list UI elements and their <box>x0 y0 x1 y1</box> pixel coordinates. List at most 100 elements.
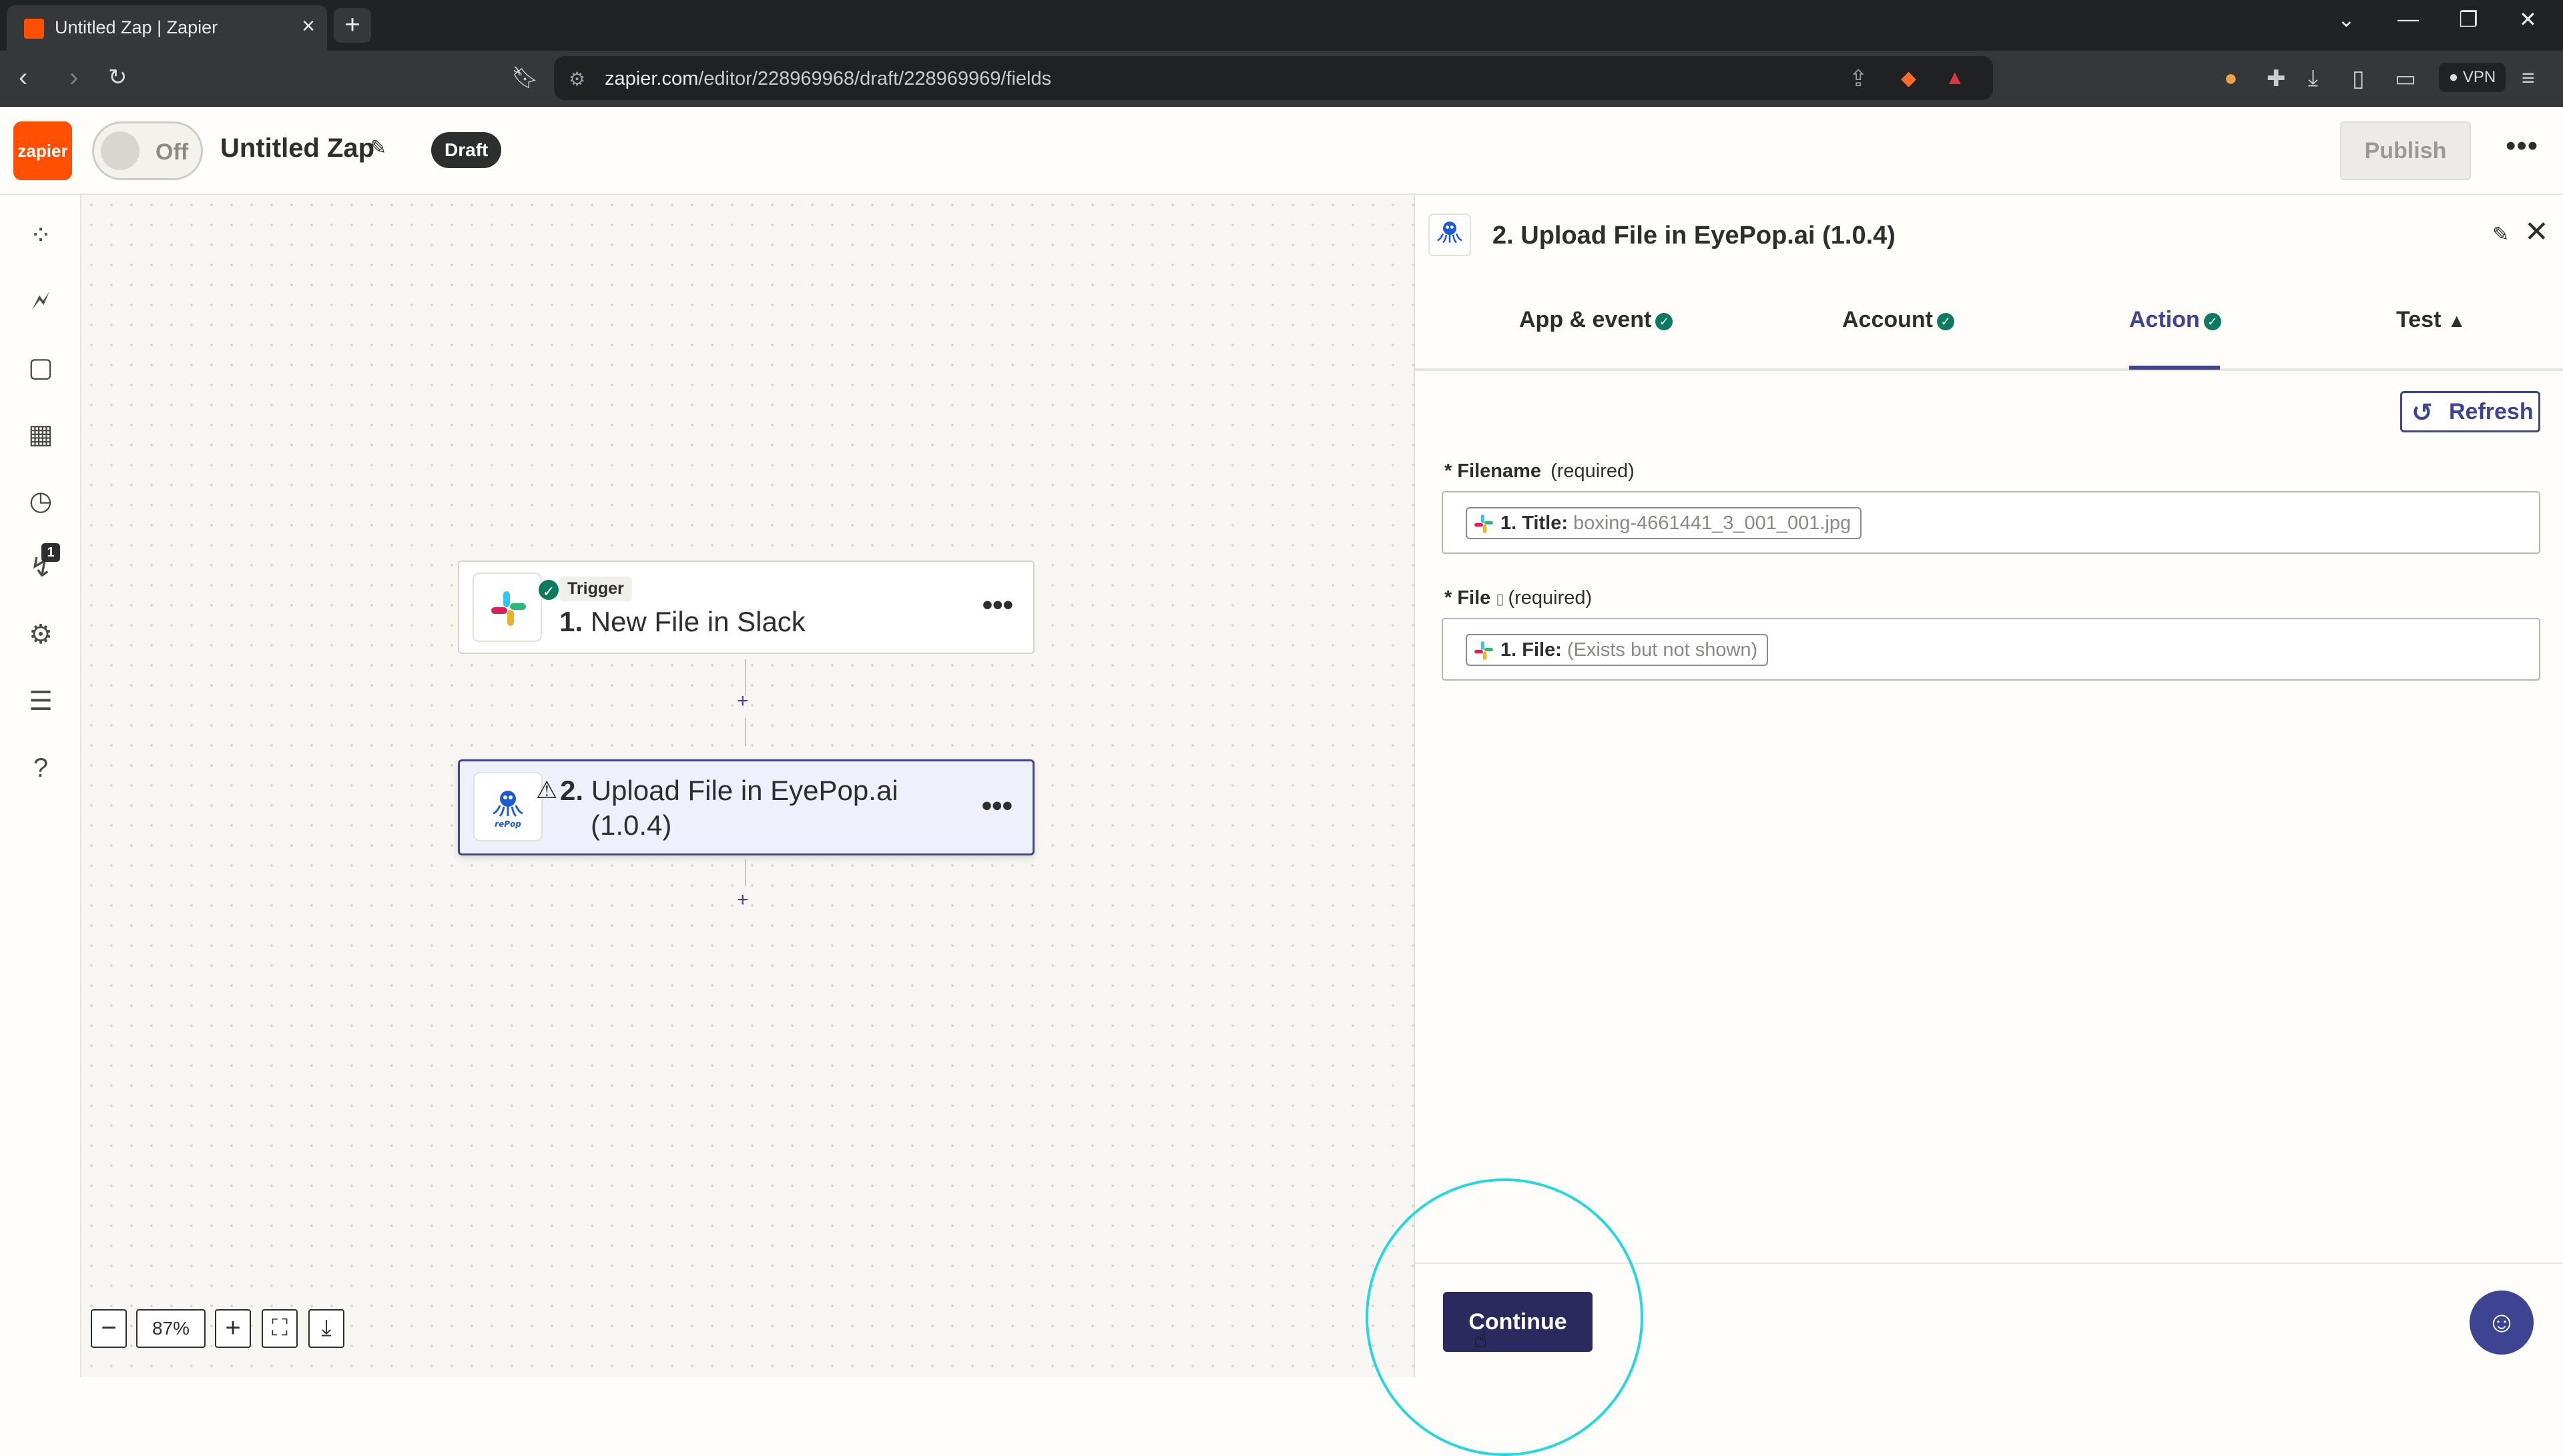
sidebar-toggle-icon[interactable]: ▯ <box>2352 65 2365 92</box>
step-1-title: 1. New File in Slack <box>559 606 806 637</box>
tab-action[interactable]: Action ✓ <box>2129 307 2221 333</box>
step-1-more-icon[interactable]: ••• <box>982 589 1013 622</box>
draft-status-badge: Draft <box>431 132 502 168</box>
tab-app-event[interactable]: App & event ✓ <box>1519 307 1673 333</box>
downloads-icon[interactable]: ⤓ <box>2308 65 2318 91</box>
vpn-button[interactable]: ● VPN <box>2439 63 2506 92</box>
add-step-plus-icon[interactable]: + <box>737 889 749 912</box>
zap-on-off-toggle[interactable]: Off <box>92 121 203 180</box>
eyepop-app-icon: rePop ⚠ <box>473 772 557 841</box>
zap-details-icon[interactable]: 🗲︎ <box>24 284 57 318</box>
apps-grid-icon[interactable]: ⁘ <box>24 219 57 252</box>
zapier-favicon-icon <box>24 19 44 39</box>
svg-text:rePop: rePop <box>495 819 521 829</box>
zapier-logo[interactable]: zapier <box>13 121 72 180</box>
panel-header: 2. Upload File in EyePop.ai (1.0.4) ✎ ✕ <box>1415 195 2563 278</box>
address-bar[interactable]: ⚙︎ zapier.com/editor/228969968/draft/228… <box>554 56 1993 100</box>
zoom-level[interactable]: 87% <box>136 1309 206 1348</box>
file-field[interactable]: 1. File: (Exists but not shown) <box>1442 618 2540 681</box>
zoom-out-button[interactable]: − <box>91 1309 127 1348</box>
support-chat-icon[interactable]: ☺ <box>2470 1291 2534 1355</box>
step-2-more-icon[interactable]: ••• <box>982 789 1013 823</box>
wallet-icon[interactable]: ▭ <box>2395 65 2416 92</box>
help-icon[interactable]: ? <box>24 751 57 785</box>
fit-to-screen-icon[interactable]: ⛶ <box>262 1309 298 1348</box>
active-tab-indicator <box>2129 366 2220 370</box>
comments-icon[interactable]: ▢ <box>24 351 57 384</box>
tab-account[interactable]: Account ✓ <box>1842 307 1954 333</box>
check-icon: ✓ <box>1655 313 1673 330</box>
eyepop-octopus-icon <box>1437 222 1462 244</box>
connector-line <box>745 859 746 886</box>
tab-test[interactable]: Test ▲ <box>2396 307 2466 333</box>
refresh-icon: ↺ <box>2411 399 2433 427</box>
edit-title-pencil-icon[interactable]: ✎ <box>370 136 386 159</box>
eyepop-app-icon <box>1428 214 1471 256</box>
slack-app-icon: ✓ <box>473 573 561 642</box>
cookie-extension-icon[interactable]: ● <box>2224 65 2238 91</box>
zoom-in-button[interactable]: + <box>215 1309 251 1348</box>
site-settings-icon[interactable]: ⚙︎ <box>569 68 585 90</box>
zap-canvas[interactable]: ✓ Trigger 1. New File in Slack ••• + reP… <box>81 195 1414 1377</box>
menu-icon[interactable]: ≡ <box>2522 65 2535 91</box>
forward-icon[interactable]: › <box>69 64 78 91</box>
tab-title: Untitled Zap | Zapier <box>55 17 218 37</box>
browser-tab[interactable]: Untitled Zap | Zapier × <box>7 5 327 51</box>
warning-icon: ▲ <box>2447 310 2466 331</box>
action-step-card[interactable]: rePop ⚠ 2. Upload File in EyePop.ai (1.0… <box>458 759 1035 855</box>
browser-tab-bar: Untitled Zap | Zapier × + ⌄ — ❐ ✕ <box>0 0 2563 51</box>
notification-badge: 1 <box>41 543 60 562</box>
file-type-icon: ▯ <box>1496 591 1504 607</box>
filename-field[interactable]: 1. Title: boxing-4661441_3_001_001.jpg <box>1442 491 2540 554</box>
mapped-value-chip[interactable]: 1. File: (Exists but not shown) <box>1466 634 1769 666</box>
versions-icon[interactable]: ☰ <box>24 685 57 718</box>
new-tab-button[interactable]: + <box>334 8 371 43</box>
history-icon[interactable]: ◷ <box>24 484 57 518</box>
pointer-cursor-icon: ☝ <box>1474 1327 1488 1353</box>
step-tabs: App & event ✓ Account ✓ Action ✓ Test ▲ <box>1415 278 2563 371</box>
maximize-button[interactable]: ❐ <box>2459 7 2478 32</box>
settings-gear-icon[interactable]: ⚙︎ <box>24 618 57 651</box>
zap-editor-header: zapier Off Untitled Zap ✎ Draft Publish … <box>0 107 2563 195</box>
share-icon[interactable]: ⇪ <box>1849 65 1868 92</box>
back-icon[interactable]: ‹ <box>19 64 27 91</box>
toggle-label: Off <box>156 139 189 165</box>
brave-rewards-icon[interactable]: ▲ <box>1945 67 1965 89</box>
more-options-icon[interactable]: ••• <box>2506 129 2538 163</box>
mapped-value-chip[interactable]: 1. Title: boxing-4661441_3_001_001.jpg <box>1466 507 1862 539</box>
step-2-title: 2. Upload File in EyePop.ai (1.0.4) <box>560 775 898 841</box>
calendar-icon[interactable]: ▦ <box>24 418 57 451</box>
file-label: * File ▯ (required) <box>1444 587 1593 609</box>
add-step-plus-icon[interactable]: + <box>737 690 749 713</box>
toggle-knob <box>101 131 139 170</box>
bookmark-icon[interactable]: 🔖︎ <box>511 64 539 91</box>
publish-button[interactable]: Publish <box>2340 121 2471 180</box>
close-window-button[interactable]: ✕ <box>2519 7 2537 32</box>
close-panel-icon[interactable]: ✕ <box>2524 215 2549 249</box>
brave-shields-icon[interactable]: ◆ <box>1901 67 1916 90</box>
slack-icon <box>1474 641 1493 660</box>
reload-icon[interactable]: ↻ <box>108 64 127 91</box>
cursor-highlight-ring <box>1366 1178 1643 1456</box>
filename-label: * Filename (required) <box>1444 460 1635 482</box>
tab-search-chevron-icon[interactable]: ⌄ <box>2337 7 2355 32</box>
check-icon: ✓ <box>2203 313 2221 330</box>
extensions-icon[interactable]: ✚ <box>2267 65 2286 92</box>
browser-toolbar: ‹ › ↻ 🔖︎ ⚙︎ zapier.com/editor/228969968/… <box>0 51 2563 107</box>
connector-line <box>745 718 746 746</box>
slack-icon <box>1474 514 1493 533</box>
url-text[interactable]: zapier.com/editor/228969968/draft/228969… <box>605 68 1051 90</box>
trigger-pill: Trigger <box>559 577 632 601</box>
rename-step-pencil-icon[interactable]: ✎ <box>2492 223 2509 246</box>
zap-title[interactable]: Untitled Zap <box>220 133 374 163</box>
step-editor-panel: 2. Upload File in EyePop.ai (1.0.4) ✎ ✕ … <box>1414 195 2563 1377</box>
refresh-button[interactable]: ↺ Refresh <box>2400 391 2540 432</box>
minimize-button[interactable]: — <box>2397 7 2419 31</box>
step-complete-check-icon: ✓ <box>537 578 561 602</box>
panel-title: 2. Upload File in EyePop.ai (1.0.4) <box>1492 222 1896 250</box>
download-image-icon[interactable]: ⤓ <box>308 1309 344 1348</box>
eyepop-octopus-icon: rePop <box>493 791 523 829</box>
trigger-step-card[interactable]: ✓ Trigger 1. New File in Slack ••• <box>458 561 1035 654</box>
close-tab-icon[interactable]: × <box>302 13 315 39</box>
check-icon: ✓ <box>1937 313 1954 330</box>
